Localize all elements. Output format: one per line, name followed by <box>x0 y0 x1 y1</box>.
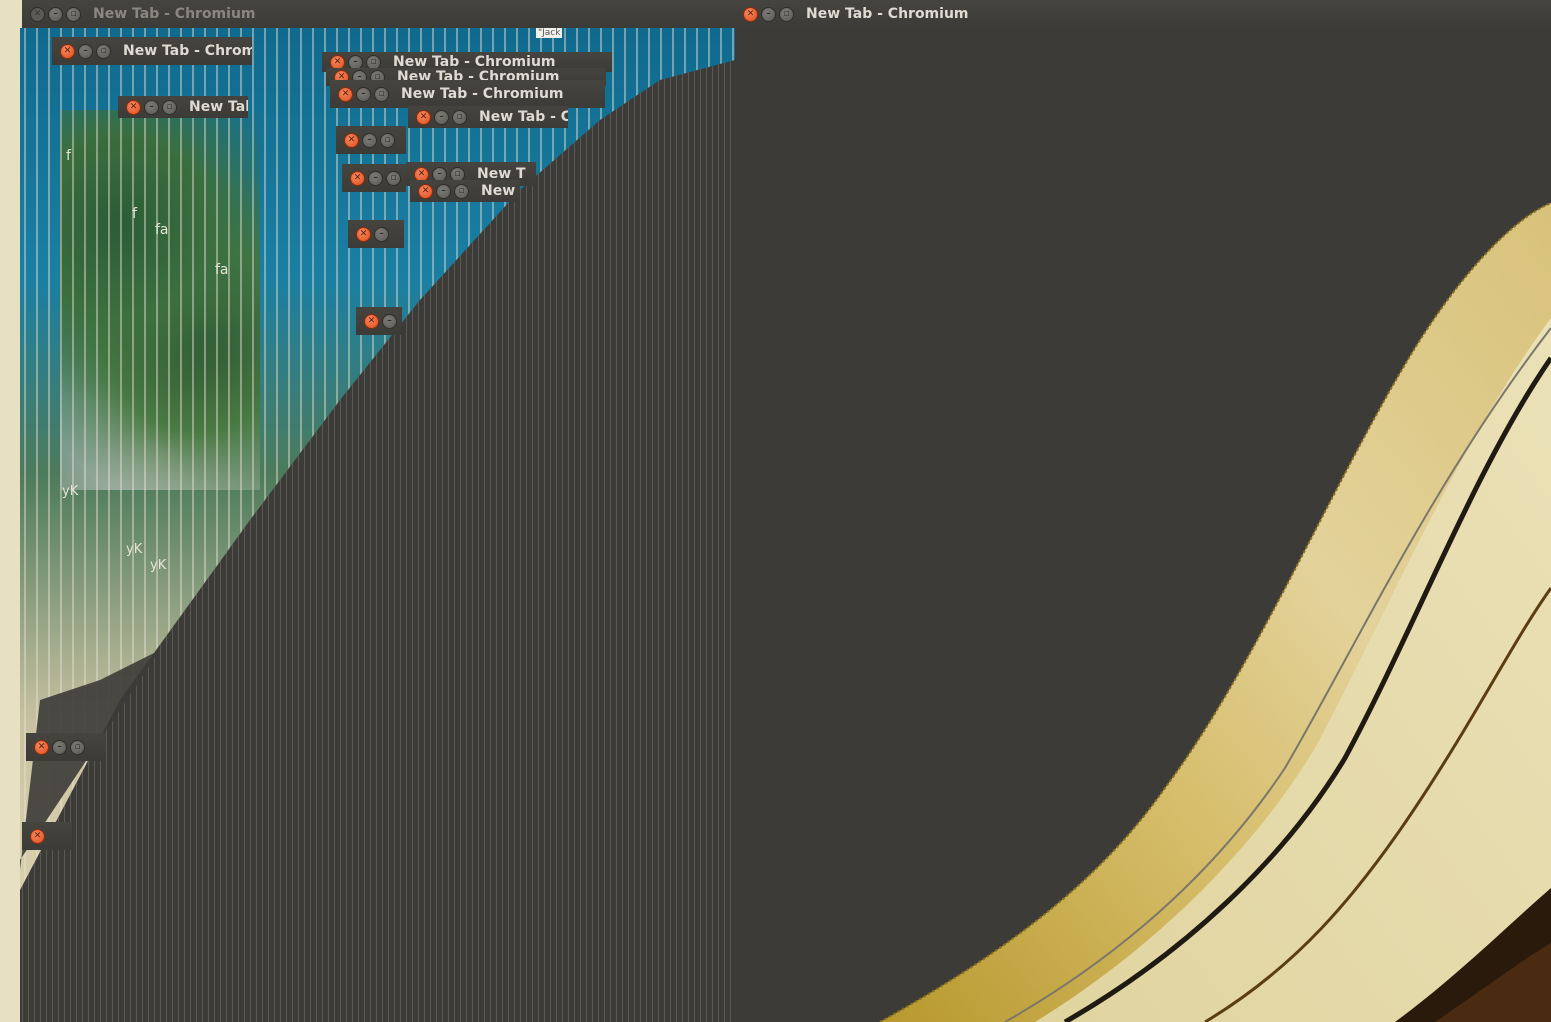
close-icon[interactable]: ✕ <box>743 6 758 22</box>
minimize-icon[interactable]: – <box>52 739 67 755</box>
trail-window-titlebar[interactable]: ✕ – <box>348 220 404 248</box>
close-icon[interactable]: ✕ <box>126 99 141 115</box>
close-icon[interactable]: ✕ <box>364 313 379 329</box>
trail-window-titlebar[interactable]: ✕ – ▫ New Tab - C <box>408 106 568 128</box>
minimize-icon[interactable]: – <box>48 6 63 22</box>
minimize-icon[interactable]: – <box>374 226 389 242</box>
close-icon[interactable]: ✕ <box>418 183 433 199</box>
maximize-icon[interactable]: ▫ <box>66 6 81 22</box>
maximize-icon[interactable]: ▫ <box>380 132 395 148</box>
maximize-icon[interactable]: ▫ <box>452 109 467 125</box>
maximize-icon[interactable]: ▫ <box>779 6 794 22</box>
trail-window-titlebar[interactable]: ✕ – <box>356 307 402 335</box>
trail-window-titlebar[interactable]: ✕ – ▫ New Tab - Chromium <box>330 80 605 108</box>
close-icon[interactable]: ✕ <box>30 828 45 844</box>
main-window-titlebar[interactable]: ✕ – ▫ New Tab - Chromium <box>735 0 1551 28</box>
trail-window-titlebar[interactable]: ✕ – ▫ <box>26 733 106 761</box>
minimize-icon[interactable]: – <box>761 6 776 22</box>
maximize-icon[interactable]: ▫ <box>374 86 389 102</box>
maximize-icon[interactable]: ▫ <box>70 739 85 755</box>
trail-window-titlebar[interactable]: ✕ – ▫ New Tab <box>118 96 248 118</box>
wallpaper-smear <box>879 202 1551 1022</box>
minimize-icon[interactable]: – <box>436 183 451 199</box>
close-icon[interactable]: ✕ <box>60 43 75 59</box>
close-icon[interactable]: ✕ <box>338 86 353 102</box>
window-title: New Tab - Chromium <box>806 6 969 22</box>
trail-window-title: New <box>481 183 516 199</box>
minimize-icon[interactable]: – <box>356 86 371 102</box>
window-trail-area: f f fa fa yK yK yK "Jack ✕ – ▫ New Tab -… <box>0 0 735 1022</box>
close-icon[interactable]: ✕ <box>356 226 371 242</box>
close-icon[interactable]: ✕ <box>30 6 45 22</box>
trail-window-titlebar[interactable]: ✕ – ▫ <box>336 126 406 154</box>
trail-window-titlebar[interactable]: ✕ – ▫ New <box>410 180 520 202</box>
minimize-icon[interactable]: – <box>434 109 449 125</box>
close-icon[interactable]: ✕ <box>416 109 431 125</box>
trail-window-title: New Tab - Chromium <box>401 86 564 102</box>
inactive-window-titlebar[interactable]: ✕ – ▫ New Tab - Chromium <box>22 0 735 28</box>
minimize-icon[interactable]: – <box>78 43 93 59</box>
trail-window-titlebar[interactable]: ✕ – ▫ <box>342 164 406 192</box>
window-title: New Tab - Chromium <box>93 6 256 22</box>
maximize-icon[interactable]: ▫ <box>96 43 111 59</box>
main-window-content <box>735 28 1551 1022</box>
minimize-icon[interactable]: – <box>368 170 383 186</box>
trail-window-title: New Tab <box>189 99 248 115</box>
desktop-screen: f f fa fa yK yK yK "Jack ✕ – ▫ New Tab -… <box>0 0 1551 1022</box>
maximize-icon[interactable]: ▫ <box>162 99 177 115</box>
close-icon[interactable]: ✕ <box>34 739 49 755</box>
close-icon[interactable]: ✕ <box>350 170 365 186</box>
trail-window-title: New Tab - C <box>479 109 568 125</box>
trail-window-titlebar[interactable]: ✕ – ▫ New Tab - Chrom <box>52 37 252 65</box>
trail-window-titlebar[interactable]: ✕ <box>22 822 72 850</box>
minimize-icon[interactable]: – <box>382 313 397 329</box>
close-icon[interactable]: ✕ <box>344 132 359 148</box>
trail-window-title: New Tab - Chrom <box>123 43 252 59</box>
minimize-icon[interactable]: – <box>362 132 377 148</box>
maximize-icon[interactable]: ▫ <box>454 183 469 199</box>
minimize-icon[interactable]: – <box>144 99 159 115</box>
maximize-icon[interactable]: ▫ <box>386 170 401 186</box>
